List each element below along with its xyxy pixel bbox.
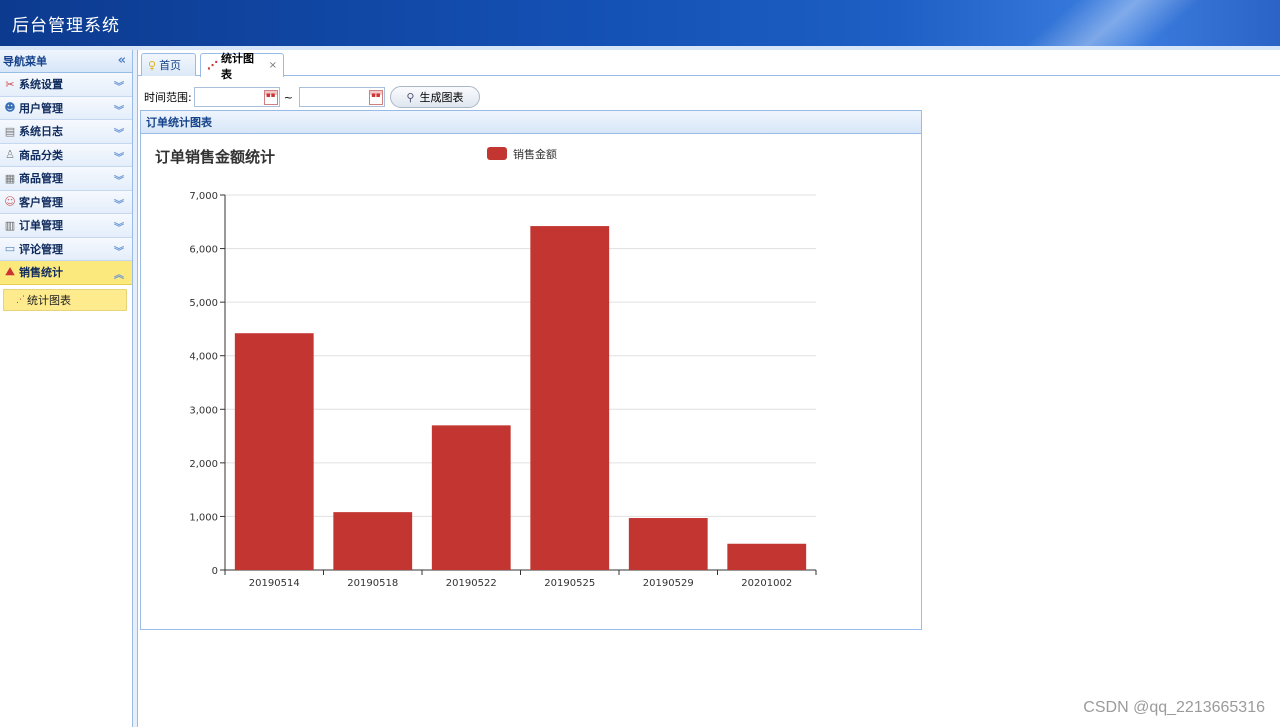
watermark: CSDN @qq_2213665316 xyxy=(1083,699,1265,716)
end-date-field[interactable]: ▪▪ xyxy=(298,87,385,107)
chevron-down-icon: ︾ xyxy=(114,246,124,258)
y-tick-label: 3,000 xyxy=(189,405,218,416)
sidebar-item-customers[interactable]: ☺ 客户管理 ︾ xyxy=(0,190,132,214)
chevron-down-icon: ︾ xyxy=(114,176,124,187)
sidebar-item-label: 商品分类 xyxy=(19,148,63,162)
lightbulb-icon: ♀ xyxy=(148,58,157,72)
sidebar-item-goods[interactable]: ▦ 商品管理 ︾ xyxy=(0,167,132,191)
sidebar-item-label: 销售统计 xyxy=(19,266,63,280)
legend-label: 销售金额 xyxy=(513,147,557,161)
sidebar-item-label: 评论管理 xyxy=(19,242,63,256)
calendar-icon[interactable]: ▪▪ xyxy=(368,90,383,105)
sidebar-item-label: 用户管理 xyxy=(19,101,63,115)
category-icon: ♙ xyxy=(5,148,15,162)
bar xyxy=(628,518,708,570)
y-tick-label: 7,000 xyxy=(189,191,218,202)
x-tick-label: 20190525 xyxy=(544,578,595,589)
sidebar-item-label: 系统日志 xyxy=(19,125,63,139)
tab-statistics-chart[interactable]: ⋰ 统计图表 × xyxy=(200,52,284,81)
x-tick-label: 20190514 xyxy=(249,578,300,589)
bar xyxy=(530,226,610,571)
sidebar-item-comments[interactable]: ▭ 评论管理 ︾ xyxy=(0,237,132,261)
chart-panel: 订单统计图表 订单销售金额统计 销售金额 0 1,000 2,000 3,000 4,000… xyxy=(140,110,922,630)
generate-chart-label: 生成图表 xyxy=(419,91,464,104)
range-separator: ~ xyxy=(283,90,293,104)
tools-icon: ✂ xyxy=(5,77,15,91)
sidebar-submenu: ⋰ 统计图表 xyxy=(0,285,132,317)
y-tick-label: 5,000 xyxy=(189,298,218,309)
search-icon: ⚲ xyxy=(406,90,415,104)
generate-chart-button[interactable]: ⚲ 生成图表 xyxy=(389,86,480,108)
goods-icon: ▦ xyxy=(4,171,16,185)
y-tick-label: 0 xyxy=(212,566,218,577)
stats-icon: ⛰ xyxy=(5,265,15,279)
comment-icon: ▭ xyxy=(4,242,16,256)
x-tick-label: 20201002 xyxy=(741,578,792,589)
chevron-up-icon: ︽ xyxy=(114,270,124,281)
chevron-down-icon: ︾ xyxy=(114,82,124,93)
tab-label: 统计图表 xyxy=(221,51,254,81)
sidebar-header-label: 导航菜单 xyxy=(3,55,47,68)
y-tick-label: 6,000 xyxy=(189,245,218,256)
panel-title: 订单统计图表 xyxy=(141,111,921,134)
chevron-down-icon: ︾ xyxy=(114,199,124,211)
bar xyxy=(234,333,314,570)
sidebar-item-label: 系统设置 xyxy=(19,78,63,92)
bar-chart: 订单销售金额统计 销售金额 0 1,000 2,000 3,000 4,000 5,000 6,… xyxy=(155,147,817,589)
y-tick-label: 2,000 xyxy=(189,459,218,470)
app-header: 后台管理系统 xyxy=(0,0,1280,46)
sidebar-subitem-label: 统计图表 xyxy=(27,293,71,307)
bar xyxy=(333,512,413,570)
sidebar-item-orders[interactable]: ▥ 订单管理 ︾ xyxy=(0,214,132,238)
calendar-icon[interactable]: ▪▪ xyxy=(263,90,278,105)
users-icon: ☻ xyxy=(4,101,16,115)
bar xyxy=(431,425,511,570)
log-icon: ▤ xyxy=(4,124,16,138)
y-tick-label: 4,000 xyxy=(189,352,218,363)
sidebar-item-system-settings[interactable]: ✂ 系统设置 ︾ xyxy=(0,73,132,97)
sidebar-item-sales-stats[interactable]: ⛰ 销售统计 ︽ xyxy=(0,261,132,285)
line-chart-icon: ⋰ xyxy=(16,294,25,305)
sidebar: 导航菜单 « ✂ 系统设置 ︾ ☻ 用户管理 ︾ ▤ 系统日志 ︾ ♙ 商品分类… xyxy=(0,50,133,727)
chevron-down-icon: ︾ xyxy=(114,152,124,164)
chevron-down-icon: ︾ xyxy=(114,129,124,140)
line-chart-icon: ⋰ xyxy=(207,59,218,72)
sidebar-item-label: 订单管理 xyxy=(19,219,63,233)
tab-bar: ♀ 首页 ⋰ 统计图表 × xyxy=(138,50,1280,81)
tab-home[interactable]: ♀ 首页 xyxy=(141,53,196,76)
app-title: 后台管理系统 xyxy=(12,16,120,36)
sidebar-item-label: 客户管理 xyxy=(19,195,63,209)
customer-icon: ☺ xyxy=(4,195,16,209)
x-tick-label: 20190529 xyxy=(643,578,694,589)
chart-container: 订单销售金额统计 销售金额 0 1,000 2,000 3,000 4,000 5,000 6,… xyxy=(141,135,921,629)
header-decoration xyxy=(954,0,1266,46)
chart-title: 订单销售金额统计 xyxy=(155,148,275,166)
sidebar-item-label: 商品管理 xyxy=(19,172,63,186)
y-tick-label: 1,000 xyxy=(189,512,218,523)
sidebar-item-users[interactable]: ☻ 用户管理 ︾ xyxy=(0,96,132,120)
chevron-down-icon: ︾ xyxy=(114,105,124,117)
time-range-label: 时间范围: xyxy=(144,91,192,104)
chevron-down-icon: ︾ xyxy=(114,223,124,234)
collapse-sidebar-icon[interactable]: « xyxy=(118,53,126,68)
bar xyxy=(727,543,807,570)
tab-label: 首页 xyxy=(159,59,182,72)
sidebar-splitter[interactable] xyxy=(133,50,138,727)
x-tick-label: 20190518 xyxy=(347,578,398,589)
legend-swatch xyxy=(487,147,507,160)
close-icon[interactable]: × xyxy=(269,60,277,71)
sidebar-subitem-chart[interactable]: ⋰ 统计图表 xyxy=(3,288,127,311)
filter-toolbar: 时间范围: ▪▪ ~ ▪▪ ⚲ 生成图表 xyxy=(144,86,480,108)
sidebar-item-logs[interactable]: ▤ 系统日志 ︾ xyxy=(0,120,132,144)
order-icon: ▥ xyxy=(4,218,16,232)
sidebar-header: 导航菜单 « xyxy=(0,50,132,73)
start-date-field[interactable]: ▪▪ xyxy=(193,87,280,107)
sidebar-item-category[interactable]: ♙ 商品分类 ︾ xyxy=(0,143,132,167)
x-tick-label: 20190522 xyxy=(446,578,497,589)
